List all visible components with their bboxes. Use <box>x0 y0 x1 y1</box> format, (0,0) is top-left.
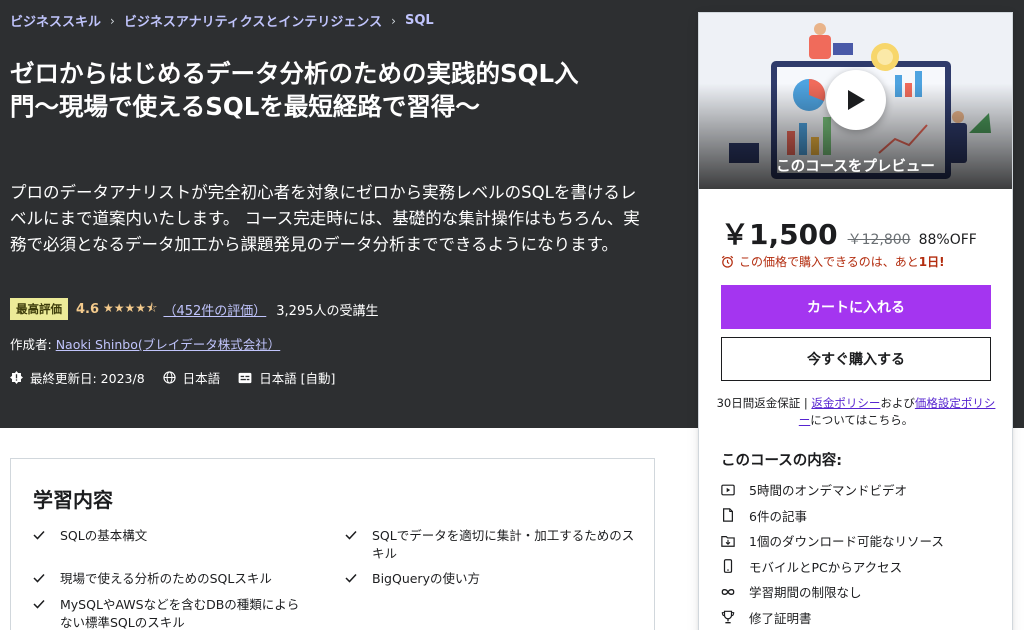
language-text: 日本語 <box>182 371 221 386</box>
includes-item: 5時間のオンデマンドビデオ <box>721 477 944 503</box>
captions-icon <box>238 372 252 383</box>
includes-item: モバイルとPCからアクセス <box>721 554 944 580</box>
rating-row: 最高評価 4.6 ★★★★⯪ （452件の評価） 3,295人の受講生 <box>10 298 378 320</box>
rating-value: 4.6 <box>76 301 100 317</box>
preview-label: このコースをプレビュー <box>776 159 935 175</box>
alarm-clock-icon <box>721 255 734 268</box>
timer-text: この価格で購入できるのは、あと <box>739 255 919 269</box>
original-price: ￥12,800 <box>847 232 911 248</box>
course-meta: 最終更新日: 2023/8 日本語 日本語 [自動] <box>10 368 353 387</box>
course-captions: 日本語 [自動] <box>238 368 335 387</box>
purchase-card: このコースをプレビュー ￥1,500 ￥12,800 88%OFF この価格で購… <box>698 12 1013 630</box>
play-button[interactable] <box>826 70 886 130</box>
includes-item: 修了証明書 <box>721 605 944 630</box>
includes-item-label: モバイルとPCからアクセス <box>749 559 903 575</box>
star-rating-icon: ★★★★⯪ <box>103 300 158 315</box>
last-updated: 最終更新日: 2023/8 <box>10 368 145 387</box>
check-icon <box>345 530 357 540</box>
instructor-link[interactable]: Naoki Shinbo(ブレイデータ株式会社） <box>56 337 281 352</box>
includes-item-label: 学習期間の制限なし <box>749 585 862 601</box>
course-preview[interactable]: このコースをプレビュー <box>699 13 1012 189</box>
instructor-line: 作成者: Naoki Shinbo(ブレイデータ株式会社） <box>10 334 280 353</box>
includes-item-label: 修了証明書 <box>749 610 812 626</box>
check-icon <box>345 573 357 583</box>
learn-item: SQLでデータを適切に集計・加工するためのスキル <box>345 527 635 563</box>
breadcrumb-business-analytics[interactable]: ビジネスアナリティクスとインテリジェンス <box>124 11 382 30</box>
breadcrumb-business-skills[interactable]: ビジネススキル <box>10 11 101 30</box>
price-row: ￥1,500 ￥12,800 88%OFF <box>721 213 977 253</box>
guarantee-prefix: 30日間返金保証 | <box>716 396 812 410</box>
infinity-icon <box>721 588 735 595</box>
instructor-label: 作成者: <box>10 337 56 352</box>
learn-item-text: 現場で使える分析のためのSQLスキル <box>60 571 272 586</box>
money-back-guarantee: 30日間返金保証 | 返金ポリシーおよび価格設定ポリシーについてはこちら。 <box>715 395 997 429</box>
add-to-cart-button[interactable]: カートに入れる <box>721 285 991 329</box>
breadcrumb: ビジネススキル › ビジネスアナリティクスとインテリジェンス › SQL <box>10 11 434 30</box>
price-timer: この価格で購入できるのは、あと 1日! <box>721 253 945 270</box>
timer-days: 1日! <box>918 255 945 269</box>
play-icon <box>848 90 865 110</box>
includes-item-label: 6件の記事 <box>749 508 807 524</box>
includes-list: 5時間のオンデマンドビデオ 6件の記事 1個のダウンロード可能なリソース モバイ… <box>721 477 944 630</box>
includes-item: 学習期間の制限なし <box>721 579 944 605</box>
what-you-learn-box: 学習内容 SQLの基本構文 SQLでデータを適切に集計・加工するためのスキル 現… <box>10 458 655 630</box>
learn-item: 現場で使える分析のためのSQLスキル <box>33 570 323 588</box>
includes-title: このコースの内容: <box>721 453 843 469</box>
bestseller-badge: 最高評価 <box>10 298 68 320</box>
learn-item-text: BigQueryの使い方 <box>372 571 480 586</box>
student-count: 3,295人の受講生 <box>276 303 379 319</box>
globe-icon <box>163 371 176 384</box>
learn-item: BigQueryの使い方 <box>345 570 635 588</box>
last-updated-text: 最終更新日: 2023/8 <box>30 371 145 386</box>
download-folder-icon <box>721 535 735 547</box>
discount-percent: 88%OFF <box>918 232 977 248</box>
chevron-right-icon: › <box>110 13 115 28</box>
refund-policy-link[interactable]: 返金ポリシー <box>811 396 880 410</box>
current-price: ￥1,500 <box>721 218 838 251</box>
includes-item-label: 1個のダウンロード可能なリソース <box>749 534 944 550</box>
learn-item: SQLの基本構文 <box>33 527 323 545</box>
check-icon <box>33 573 45 583</box>
includes-item: 6件の記事 <box>721 503 944 529</box>
video-icon <box>721 484 735 496</box>
includes-item-label: 5時間のオンデマンドビデオ <box>749 483 907 499</box>
guarantee-suffix: についてはこちら。 <box>810 413 914 427</box>
includes-item: 1個のダウンロード可能なリソース <box>721 528 944 554</box>
chevron-right-icon: › <box>391 13 396 28</box>
learn-item-text: MySQLやAWSなどを含むDBの種類によらない標準SQLのスキル <box>60 597 300 630</box>
course-title: ゼロからはじめるデータ分析のための実践的SQL入門〜現場で使えるSQLを最短経路… <box>10 59 579 121</box>
buy-now-button[interactable]: 今すぐ購入する <box>721 337 991 381</box>
alert-badge-icon <box>10 371 23 384</box>
mobile-icon <box>723 559 733 574</box>
guarantee-and: および <box>880 396 915 410</box>
trophy-icon <box>721 610 735 624</box>
captions-text: 日本語 [自動] <box>259 371 336 386</box>
course-language: 日本語 <box>163 368 221 387</box>
learn-item: MySQLやAWSなどを含むDBの種類によらない標準SQLのスキル <box>33 596 303 630</box>
check-icon <box>33 599 45 609</box>
course-subtitle: プロのデータアナリストが完全初心者を対象にゼロから実務レベルのSQLを書けるレベ… <box>10 183 640 254</box>
what-you-learn-title: 学習内容 <box>33 488 113 512</box>
breadcrumb-sql[interactable]: SQL <box>405 13 434 28</box>
article-icon <box>723 508 733 522</box>
learn-item-text: SQLでデータを適切に集計・加工するためのスキル <box>372 528 635 561</box>
learn-item-text: SQLの基本構文 <box>60 528 148 543</box>
rating-count-link[interactable]: （452件の評価） <box>163 300 266 319</box>
check-icon <box>33 530 45 540</box>
